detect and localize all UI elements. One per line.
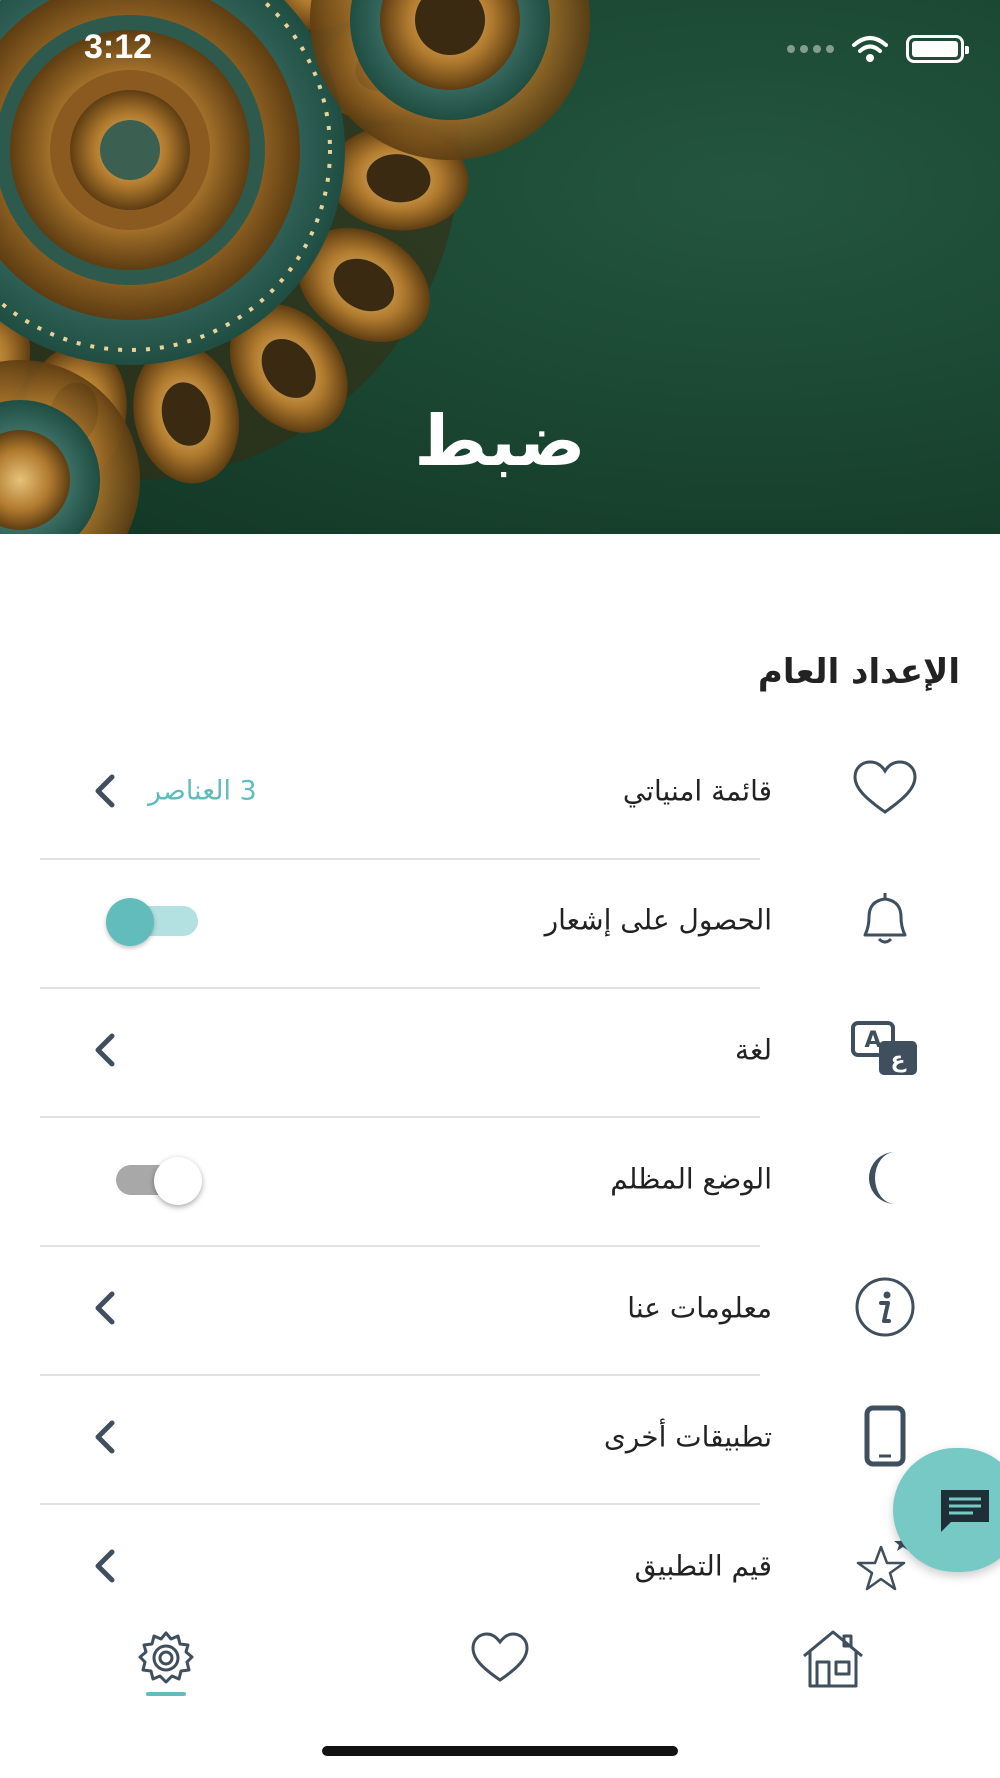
chevron-left-icon (90, 1030, 120, 1070)
bell-icon (845, 879, 925, 959)
chevron-left-icon (90, 1417, 120, 1457)
svg-text:A: A (864, 1028, 881, 1053)
home-icon (803, 1630, 863, 1688)
notifications-toggle[interactable] (104, 890, 204, 950)
settings-row-language[interactable]: لغة A ع (40, 985, 917, 1114)
info-icon (845, 1267, 925, 1347)
wishlist-count: 3 العناصر (148, 775, 257, 806)
row-label: لغة (734, 1033, 772, 1066)
status-time: 3:12 (84, 28, 153, 66)
chevron-left-icon (90, 1546, 120, 1586)
active-tab-indicator (146, 1692, 186, 1696)
heart-icon (845, 750, 925, 830)
signal-icon (787, 45, 834, 53)
settings-row-notifications[interactable]: الحصول على إشعار (40, 855, 907, 984)
row-label: قيم التطبيق (634, 1549, 772, 1582)
section-title: الإعداد العام (757, 652, 960, 692)
chat-icon (941, 1490, 989, 1532)
nav-home-tab[interactable] (798, 1624, 868, 1694)
nav-wishlist-tab[interactable] (465, 1624, 535, 1694)
wifi-icon (852, 36, 888, 62)
dark-mode-toggle[interactable] (106, 1149, 206, 1209)
svg-text:ع: ع (890, 1048, 906, 1073)
row-label: الحصول على إشعار (544, 903, 772, 936)
nav-settings-tab[interactable] (131, 1624, 201, 1694)
settings-row-other-apps[interactable]: تطبيقات أخرى (40, 1372, 906, 1501)
settings-row-about[interactable]: معلومات عنا (40, 1243, 915, 1372)
gear-icon (138, 1631, 194, 1684)
row-label: معلومات عنا (627, 1291, 772, 1324)
battery-icon (906, 35, 969, 63)
row-label: قائمة امنياتي (622, 774, 772, 807)
home-indicator[interactable] (322, 1746, 678, 1756)
page-title: ضبط (414, 400, 586, 482)
header-banner: 3:12 ضبط (0, 0, 1000, 534)
language-icon: A ع (845, 1009, 925, 1089)
chevron-left-icon (90, 1288, 120, 1328)
row-label: تطبيقات أخرى (603, 1420, 772, 1453)
heart-icon (471, 1632, 529, 1682)
status-icons (787, 34, 969, 64)
settings-row-dark-mode[interactable]: الوضع المظلم (40, 1114, 895, 1243)
moon-icon (845, 1138, 925, 1218)
settings-row-wishlist[interactable]: قائمة امنياتي 3 العناصر (40, 726, 917, 855)
row-label: الوضع المظلم (610, 1162, 772, 1195)
chevron-left-icon (90, 771, 120, 811)
